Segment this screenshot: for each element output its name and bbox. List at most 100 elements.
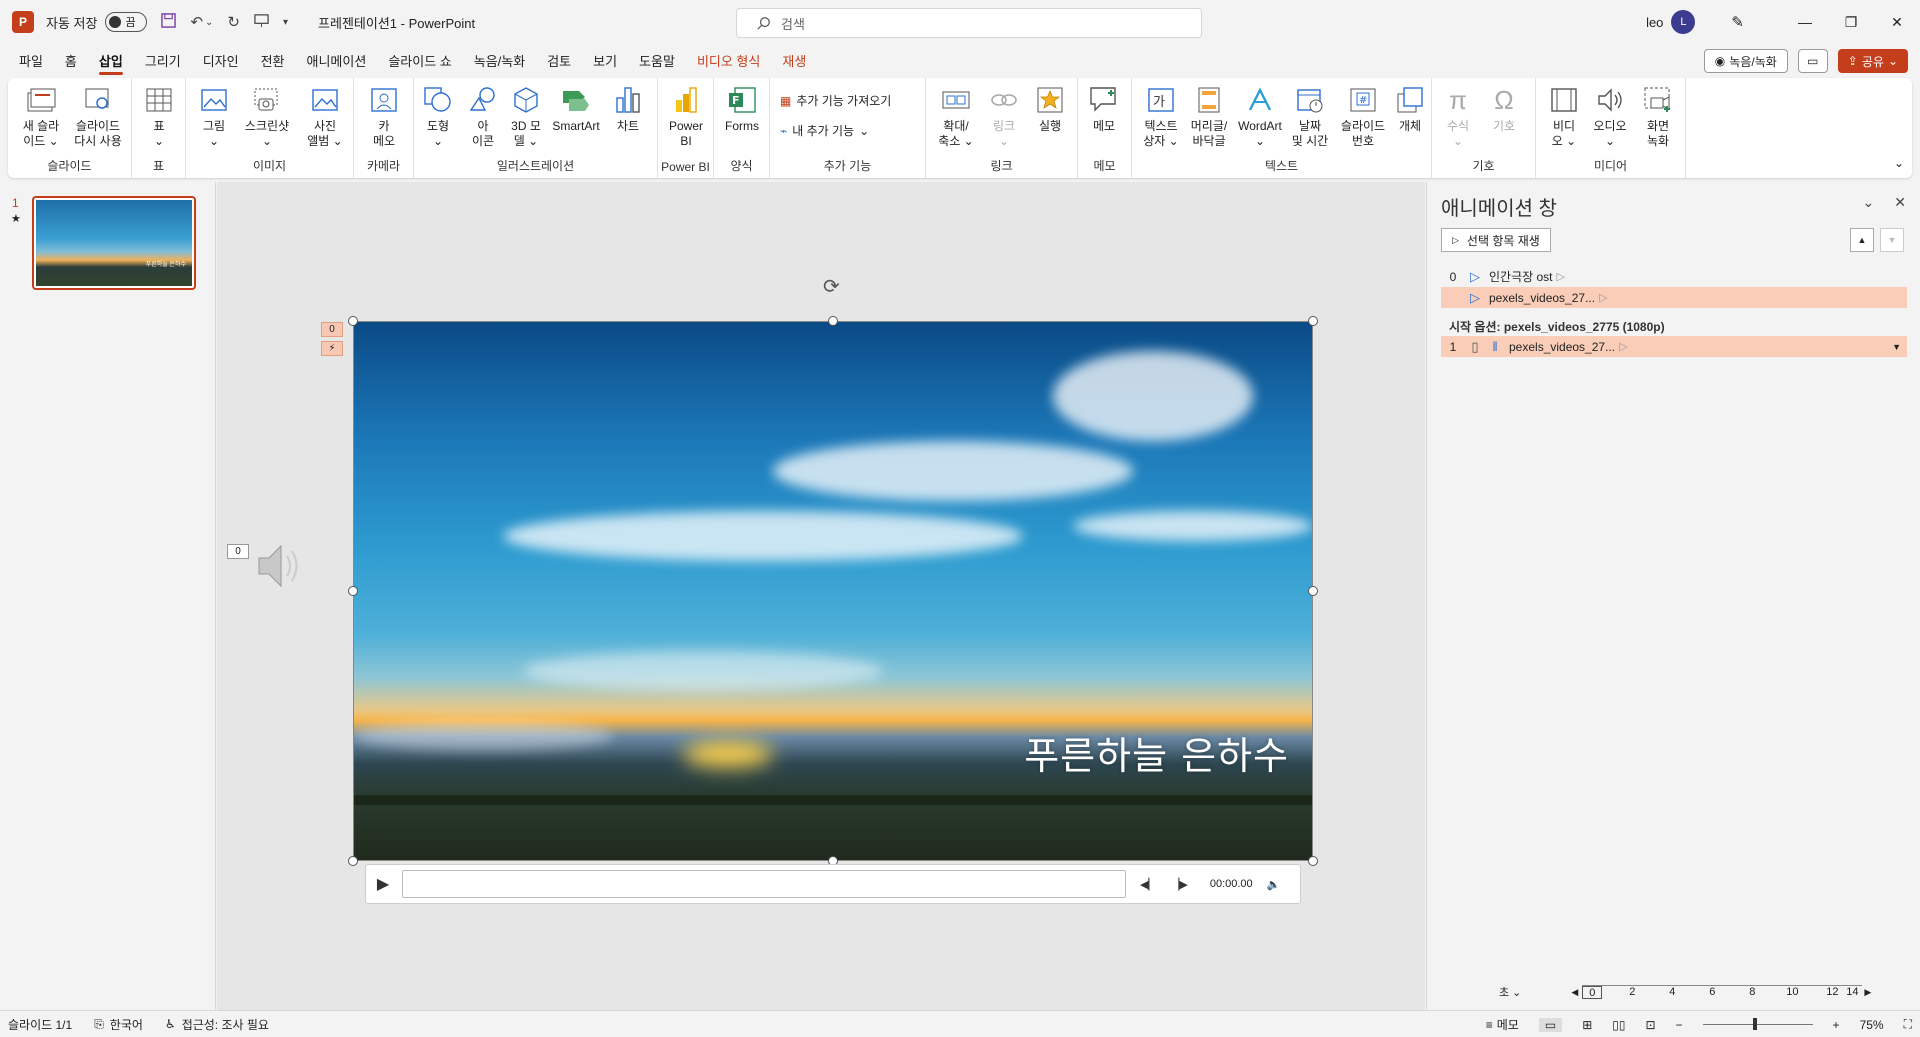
tab-help[interactable]: 도움말: [628, 48, 686, 76]
volume-icon[interactable]: 🔈: [1267, 878, 1281, 891]
audio-speaker-icon[interactable]: [255, 542, 307, 601]
rotate-handle-icon[interactable]: ⟳: [823, 274, 840, 299]
screen-recording-button[interactable]: 화면 녹화: [1636, 84, 1680, 149]
action-button[interactable]: 실행: [1030, 84, 1070, 134]
3d-models-button[interactable]: 3D 모델 ⌄: [506, 84, 546, 149]
spellcheck-item[interactable]: ⎘ 한국어: [94, 1016, 143, 1033]
video-slide[interactable]: 푸른하늘 은하수: [353, 321, 1313, 861]
video-button[interactable]: 비디 오 ⌄: [1544, 84, 1584, 149]
tab-animations[interactable]: 애니메이션: [296, 48, 378, 76]
user-name[interactable]: leo: [1646, 15, 1663, 30]
tab-transitions[interactable]: 전환: [250, 48, 296, 76]
resize-handle-br[interactable]: [1308, 856, 1318, 866]
slideshow-view-icon[interactable]: ⊡: [1645, 1018, 1655, 1032]
my-addins-button[interactable]: ⌁ 내 추가 기능 ⌄: [780, 122, 869, 139]
move-down-icon[interactable]: ▼: [1880, 228, 1904, 252]
fit-to-window-icon[interactable]: ⛶: [1904, 1017, 1912, 1032]
header-footer-button[interactable]: 머리글/바닥글: [1184, 84, 1234, 149]
tab-draw[interactable]: 그리기: [134, 48, 192, 76]
pen-icon[interactable]: ✎: [1731, 13, 1744, 31]
chevron-down-icon[interactable]: ⌄: [1863, 194, 1875, 211]
resize-handle-mr[interactable]: [1308, 586, 1318, 596]
tab-view[interactable]: 보기: [582, 48, 628, 76]
close-icon[interactable]: ✕: [1894, 194, 1906, 211]
animation-item[interactable]: 0 ▷ 인간극장 ost ▷: [1441, 266, 1907, 287]
zoom-slider[interactable]: [1702, 1018, 1813, 1030]
notes-button[interactable]: ≡ 메모: [1486, 1016, 1519, 1033]
shapes-button[interactable]: 도형 ⌄: [418, 84, 458, 149]
tab-record[interactable]: 녹음/녹화: [463, 48, 536, 76]
audio-button[interactable]: 오디오 ⌄: [1588, 84, 1632, 149]
save-icon[interactable]: [161, 12, 177, 32]
seek-bar[interactable]: [402, 870, 1126, 898]
reuse-slides-button[interactable]: 슬라이드 다시 사용: [68, 84, 128, 149]
slide-title-text[interactable]: 푸른하늘 은하수: [1024, 725, 1289, 780]
tab-design[interactable]: 디자인: [192, 48, 250, 76]
resize-handle-ml[interactable]: [348, 586, 358, 596]
slide-thumbnail[interactable]: 푸른하늘 은하수: [32, 196, 196, 290]
resize-handle-tm[interactable]: [828, 316, 838, 326]
chevron-down-icon[interactable]: ▼: [1892, 342, 1901, 352]
animation-tag-0[interactable]: 0: [321, 322, 343, 337]
tab-slideshow[interactable]: 슬라이드 쇼: [377, 48, 462, 76]
textbox-button[interactable]: 가 텍스트 상자 ⌄: [1136, 84, 1186, 149]
animation-item[interactable]: ▷ pexels_videos_27... ▷: [1441, 287, 1907, 308]
chart-button[interactable]: 차트: [610, 84, 646, 134]
reading-view-icon[interactable]: ▯▯: [1612, 1018, 1625, 1032]
scroll-right-icon[interactable]: ▶: [1864, 987, 1871, 998]
screenshot-button[interactable]: 스크린샷 ⌄: [240, 84, 294, 149]
object-button[interactable]: 개체: [1392, 84, 1428, 134]
minimize-icon[interactable]: —: [1782, 14, 1828, 30]
zoom-out-icon[interactable]: −: [1676, 1018, 1683, 1032]
get-addins-button[interactable]: ▦ 추가 기능 가져오기: [780, 92, 891, 109]
search-box[interactable]: 검색: [736, 8, 1202, 38]
scroll-left-icon[interactable]: ◀: [1571, 987, 1578, 998]
resize-handle-bl[interactable]: [348, 856, 358, 866]
forward-icon[interactable]: ▕▶: [1171, 878, 1188, 891]
avatar[interactable]: L: [1671, 10, 1696, 34]
tab-file[interactable]: 파일: [8, 48, 54, 76]
tab-review[interactable]: 검토: [536, 48, 582, 76]
close-icon[interactable]: ✕: [1874, 14, 1920, 31]
resize-handle-tr[interactable]: [1308, 316, 1318, 326]
new-slide-button[interactable]: 새 슬라 이드 ⌄: [14, 84, 68, 149]
record-button[interactable]: ◉ 녹음/녹화: [1703, 49, 1788, 73]
animation-tag-trigger[interactable]: ⚡: [321, 341, 343, 356]
date-time-button[interactable]: 날짜 및 시간: [1288, 84, 1332, 149]
animation-item[interactable]: 1 ▯ ‖ pexels_videos_27... ▷ ▼: [1441, 336, 1907, 357]
icons-button[interactable]: 아 이콘: [464, 84, 502, 149]
slide-sorter-icon[interactable]: ⊞: [1582, 1018, 1592, 1032]
collapse-ribbon-icon[interactable]: ⌄: [1894, 156, 1904, 170]
smartart-button[interactable]: SmartArt: [550, 84, 602, 134]
play-selected-button[interactable]: ▷ 선택 항목 재생: [1441, 228, 1551, 252]
zoom-slider-knob[interactable]: [1752, 1018, 1757, 1030]
pictures-button[interactable]: 그림 ⌄: [194, 84, 234, 149]
cameo-button[interactable]: 카 메오: [364, 84, 404, 149]
tab-playback[interactable]: 재생: [771, 48, 817, 76]
symbol-button[interactable]: Ω 기호: [1484, 84, 1524, 134]
resize-handle-tl[interactable]: [348, 316, 358, 326]
link-button[interactable]: 링크 ⌄: [984, 84, 1024, 149]
zoom-level[interactable]: 75%: [1860, 1018, 1884, 1032]
play-icon[interactable]: ▶: [366, 874, 400, 894]
accessibility-item[interactable]: ♿ 접근성: 조사 필요: [165, 1016, 269, 1033]
undo-dropdown-icon[interactable]: ⌄: [205, 17, 213, 28]
redo-icon[interactable]: ↻: [227, 13, 240, 31]
restore-icon[interactable]: ❐: [1828, 14, 1874, 31]
new-comment-button[interactable]: 메모: [1084, 84, 1124, 134]
slide-number-button[interactable]: # 슬라이드 번호: [1336, 84, 1390, 149]
timeline-unit[interactable]: 초 ⌄: [1499, 984, 1521, 1000]
autosave-toggle[interactable]: 끔: [105, 12, 148, 32]
photo-album-button[interactable]: 사진 앨범 ⌄: [300, 84, 350, 149]
tab-insert[interactable]: 삽입: [88, 48, 134, 76]
rewind-icon[interactable]: ◀▏: [1140, 878, 1157, 891]
table-button[interactable]: 표 ⌄: [140, 84, 178, 149]
powerbi-button[interactable]: Power BI: [666, 84, 706, 149]
share-button[interactable]: ⇪ 공유 ⌄: [1837, 49, 1908, 73]
wordart-button[interactable]: WordArt ⌄: [1234, 84, 1286, 149]
customize-toolbar-icon[interactable]: ▾: [283, 17, 288, 28]
move-up-icon[interactable]: ▲: [1850, 228, 1874, 252]
normal-view-icon[interactable]: ▭: [1538, 1017, 1563, 1032]
audio-animation-tag[interactable]: 0: [227, 544, 249, 559]
slideshow-from-start-icon[interactable]: [254, 13, 269, 32]
